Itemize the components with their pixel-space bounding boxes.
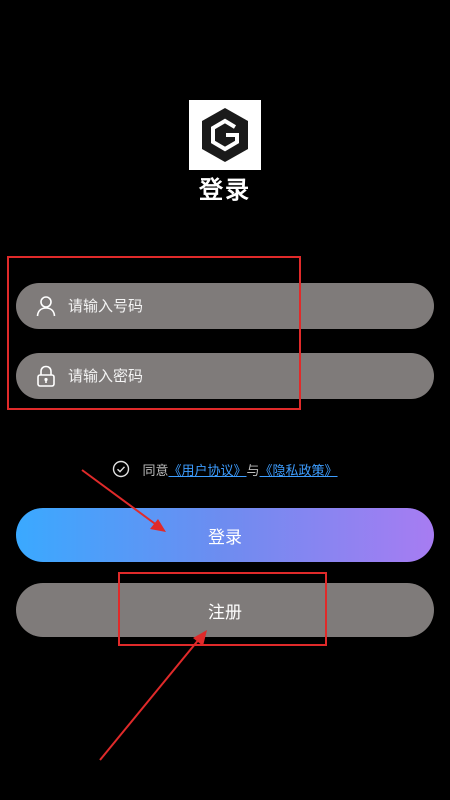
logo-icon [202,108,248,162]
user-agreement-link[interactable]: 《用户协议》 [168,460,246,479]
privacy-policy-link[interactable]: 《隐私政策》 [260,460,338,479]
password-input[interactable] [68,367,388,385]
lock-icon [36,365,56,387]
login-button[interactable]: 登录 [16,508,434,562]
user-icon [36,295,56,317]
agreement-row: 同意 《用户协议》 与 《隐私政策》 [0,458,450,480]
annotation-arrow-register [99,630,207,761]
app-logo [189,100,261,170]
phone-input[interactable] [68,297,388,315]
agreement-conjunction: 与 [246,463,260,479]
register-button[interactable]: 注册 [16,583,434,637]
page-title: 登录 [199,176,251,204]
phone-field[interactable] [16,283,434,329]
agreement-prefix: 同意 [142,463,169,479]
checkbox-icon[interactable] [112,460,130,478]
password-field[interactable] [16,353,434,399]
